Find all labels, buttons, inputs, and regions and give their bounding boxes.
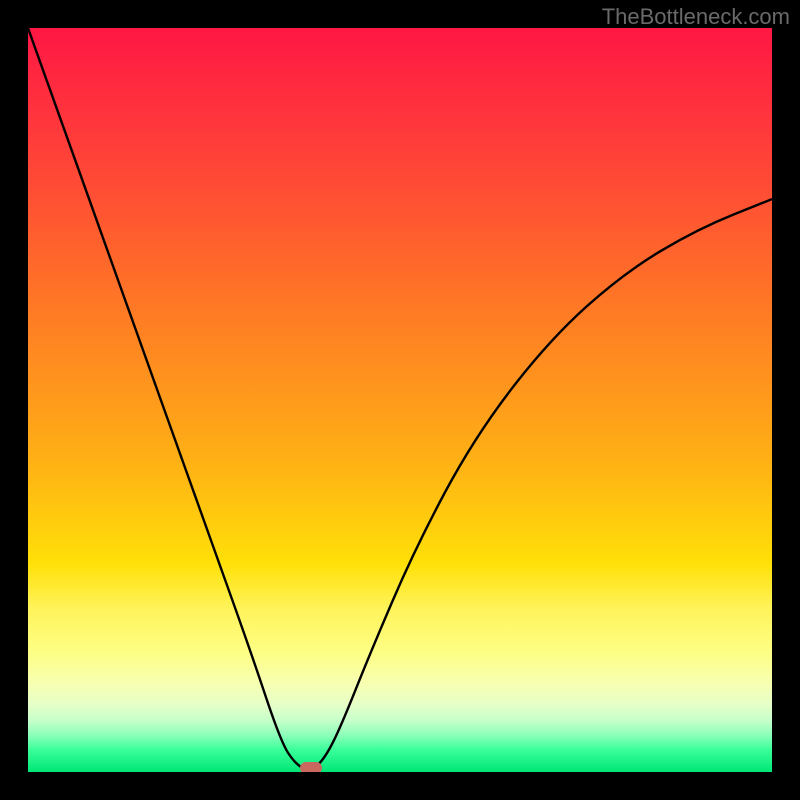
bottleneck-curve bbox=[28, 28, 772, 772]
minimum-marker bbox=[300, 762, 322, 772]
chart-plot-area bbox=[28, 28, 772, 772]
watermark-label: TheBottleneck.com bbox=[602, 4, 790, 30]
